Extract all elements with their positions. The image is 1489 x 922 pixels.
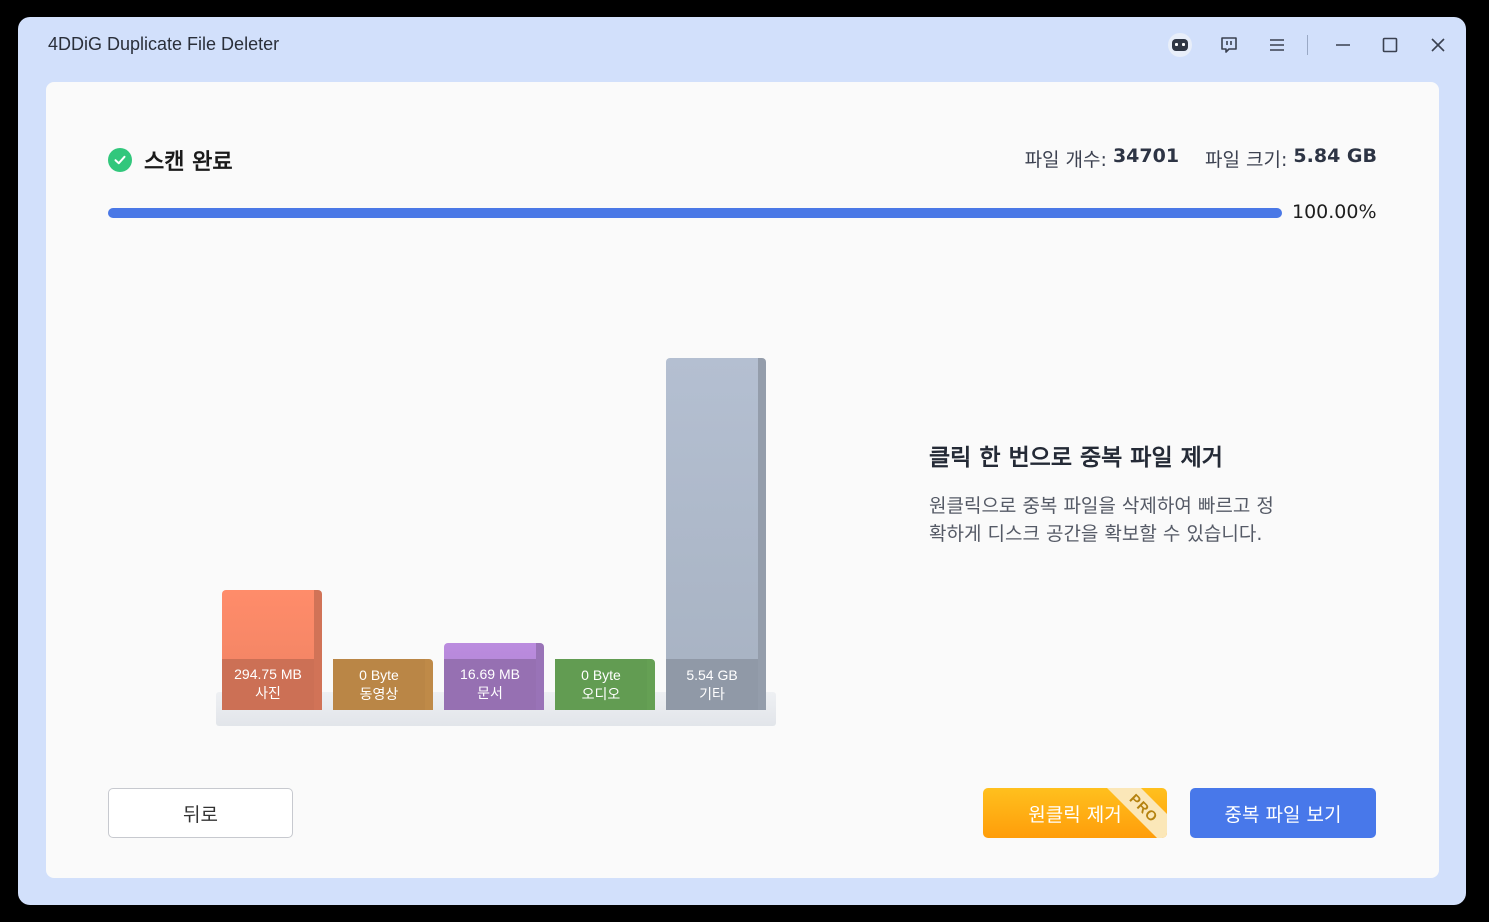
chart-value-label: 0 Byte <box>581 666 621 683</box>
chart-bar-side <box>314 590 322 710</box>
check-icon <box>108 148 132 172</box>
menu-icon[interactable] <box>1263 31 1291 59</box>
progress-bar <box>108 208 1282 218</box>
chart-bar-label: 0 Byte 동영상 <box>333 659 425 710</box>
chart-value-label: 16.69 MB <box>460 666 520 683</box>
main-panel: 스캔 완료 파일 개수: 34701 파일 크기: 5.84 GB 100.00… <box>46 82 1439 878</box>
maximize-icon[interactable] <box>1376 31 1404 59</box>
chart-bar-side <box>425 659 433 710</box>
file-count-label: 파일 개수: <box>1024 149 1107 171</box>
pro-badge-label: PRO <box>1126 790 1162 826</box>
info-line-2: 확하게 디스크 공간을 확보할 수 있습니다. <box>929 523 1263 545</box>
progress-fill <box>108 208 1282 218</box>
title-bar: 4DDiG Duplicate File Deleter <box>18 17 1466 81</box>
close-icon[interactable] <box>1424 31 1452 59</box>
chart-value-label: 294.75 MB <box>234 666 302 683</box>
info-line-1: 원클릭으로 중복 파일을 삭제하여 빠르고 정 <box>929 495 1274 517</box>
info-description: 원클릭으로 중복 파일을 삭제하여 빠르고 정 확하게 디스크 공간을 확보할 … <box>929 492 1349 548</box>
back-button[interactable]: 뒤로 <box>108 788 293 838</box>
chart-value-label: 5.54 GB <box>686 666 738 683</box>
minimize-icon[interactable] <box>1329 31 1357 59</box>
oneclick-remove-button[interactable]: 원클릭 제거 PRO <box>983 788 1167 838</box>
chart-category-label: 동영상 <box>359 685 399 702</box>
chart-bar-face <box>666 358 758 710</box>
app-title: 4DDiG Duplicate File Deleter <box>48 34 280 54</box>
robot-icon[interactable] <box>1166 31 1194 59</box>
chart-category-label: 문서 <box>477 685 503 702</box>
chart-bar-side <box>647 659 655 710</box>
chart-bar: 0 Byte 동영상 <box>333 659 433 710</box>
file-type-chart: 294.75 MB 사진 0 Byte 동영상 16.69 MB 문서 0 Byte 오디오 5… <box>206 358 806 747</box>
chart-bar-label: 294.75 MB 사진 <box>222 658 314 710</box>
chart-value-label: 0 Byte <box>359 666 399 683</box>
title-separator <box>1307 35 1308 55</box>
file-size-value: 5.84 GB <box>1293 145 1377 167</box>
file-count-value: 34701 <box>1112 145 1180 167</box>
chart-category-label: 사진 <box>255 685 281 702</box>
chart-bar-label: 16.69 MB 문서 <box>444 658 536 710</box>
chart-bar: 0 Byte 오디오 <box>555 659 655 710</box>
file-size-label: 파일 크기: <box>1205 149 1288 171</box>
scan-status: 스캔 완료 <box>108 144 233 176</box>
feedback-icon[interactable] <box>1215 31 1243 59</box>
chart-bar: 294.75 MB 사진 <box>222 590 322 710</box>
progress-percent: 100.00% <box>1292 201 1377 223</box>
chart-category-label: 기타 <box>699 685 725 702</box>
oneclick-remove-label: 원클릭 제거 <box>1028 803 1122 826</box>
chart-bar: 16.69 MB 문서 <box>444 642 544 710</box>
info-title: 클릭 한 번으로 중복 파일 제거 <box>929 445 1223 471</box>
chart-bar-label: 0 Byte 오디오 <box>555 659 647 710</box>
chart-bar: 5.54 GB 기타 <box>666 358 766 710</box>
status-label: 스캔 완료 <box>144 150 233 175</box>
chart-bar-side <box>758 358 766 710</box>
scan-stats: 파일 개수: 34701 파일 크기: 5.84 GB <box>1025 145 1377 172</box>
view-duplicates-button[interactable]: 중복 파일 보기 <box>1190 788 1376 838</box>
chart-bar-side <box>536 642 544 710</box>
app-window: 4DDiG Duplicate File Deleter 스캔 완료 파일 개수… <box>18 17 1466 905</box>
chart-bar-label: 5.54 GB 기타 <box>666 659 758 710</box>
chart-category-label: 오디오 <box>581 685 621 702</box>
